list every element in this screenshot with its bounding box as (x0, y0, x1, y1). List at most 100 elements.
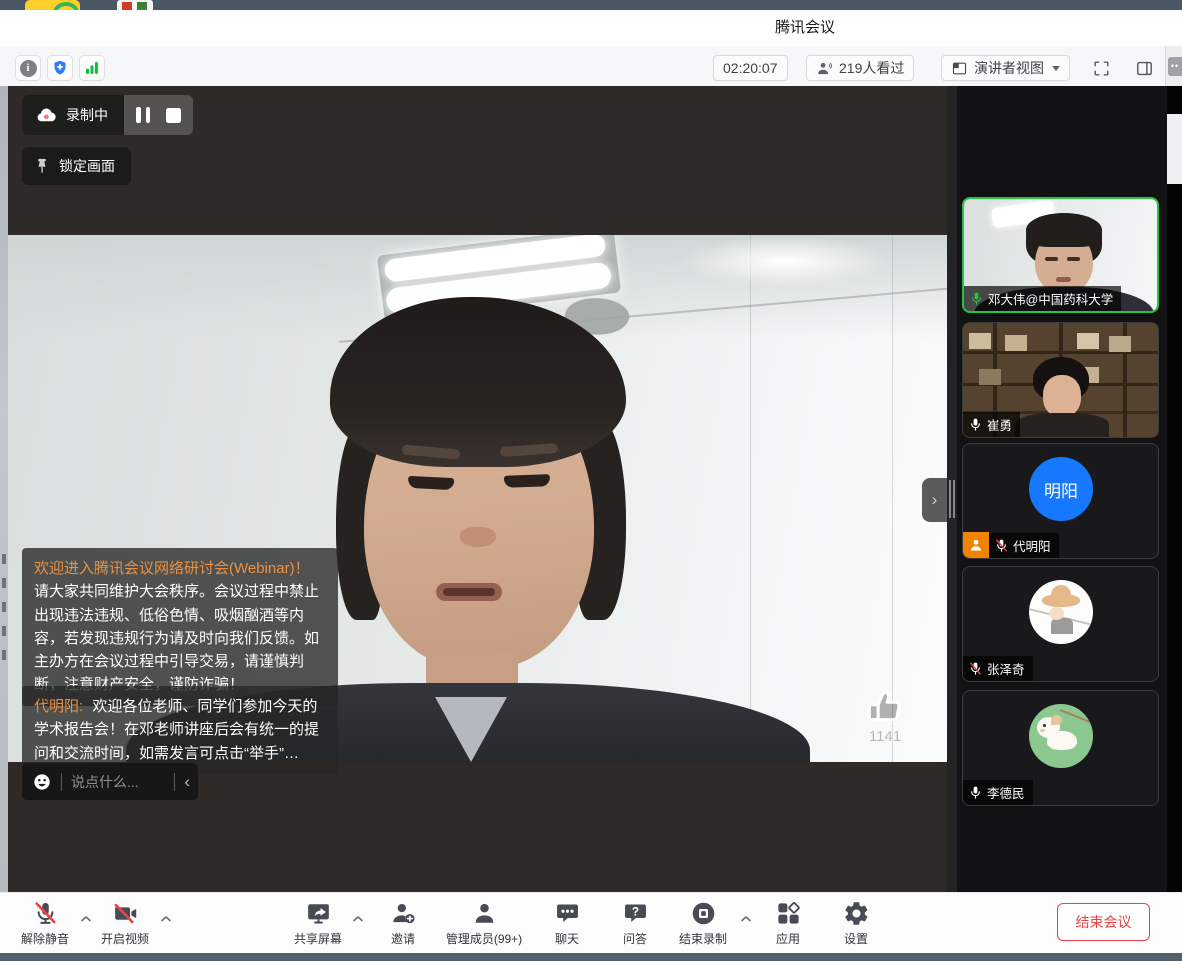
pause-recording-button[interactable] (136, 107, 150, 123)
qa-bubble-icon: ? (622, 900, 649, 927)
lock-view-button[interactable]: 锁定画面 (22, 147, 131, 185)
unmute-label: 解除静音 (21, 930, 69, 947)
network-quality-button[interactable] (79, 55, 105, 81)
mic-muted-icon (32, 900, 59, 927)
chat-message-body: 请大家共同维护大会秩序。会议过程中禁止出现违法违规、低俗色情、吸烟酗酒等内容，若… (34, 583, 319, 693)
apps-label: 应用 (776, 930, 800, 947)
invite-person-icon (390, 900, 417, 927)
viewer-count[interactable]: 219人看过 (806, 55, 914, 81)
stop-record-label: 结束录制 (679, 930, 727, 947)
layout-view-icon (951, 60, 968, 77)
emoji-icon[interactable] (32, 772, 52, 792)
collapse-chat-icon[interactable]: ‹ (184, 773, 190, 790)
light-reflection (680, 235, 890, 287)
apps-grid-icon (775, 900, 802, 927)
drag-grip-icon (949, 480, 955, 518)
panel-divider[interactable] (947, 86, 957, 892)
meeting-info-button[interactable]: i (15, 55, 41, 81)
shelf-items (969, 333, 991, 349)
gear-icon (843, 900, 870, 927)
stop-record-icon (690, 900, 717, 927)
avatar-art (1042, 594, 1080, 607)
taskbar-app-icon-fragment (25, 0, 80, 10)
taskbar-doc-icon-fragment (117, 0, 153, 10)
desktop-bottom-strip (0, 953, 1182, 961)
sidebar-collapse-handle[interactable]: › (922, 478, 947, 522)
manage-members-button[interactable]: 管理成员(99+) (449, 900, 519, 947)
chevron-right-icon: › (932, 490, 938, 510)
share-screen-button[interactable]: 共享屏幕 (283, 900, 353, 947)
participant-label: 张泽奇 (963, 656, 1033, 681)
background-more-button-fragment: •• (1168, 57, 1182, 76)
members-icon (471, 900, 498, 927)
participant-tile-zhangzeqi[interactable]: 张泽奇 (962, 566, 1159, 682)
video-options-chevron-icon[interactable] (160, 915, 172, 923)
stop-recording-button[interactable] (166, 108, 181, 123)
view-mode-label: 演讲者视图 (974, 58, 1044, 78)
avatar-art (1049, 607, 1064, 620)
mic-muted-icon (994, 538, 1009, 553)
view-mode-dropdown[interactable]: 演讲者视图 (941, 55, 1070, 81)
chat-quick-input[interactable]: 说点什么... ‹ (22, 763, 198, 800)
pin-icon (34, 157, 50, 175)
end-meeting-button[interactable]: 结束会议 (1057, 903, 1150, 941)
avatar-art (1043, 724, 1046, 727)
participant-name: 崔勇 (987, 415, 1012, 434)
meeting-security-button[interactable] (47, 55, 73, 81)
apps-button[interactable]: 应用 (753, 900, 823, 947)
invite-button[interactable]: 邀请 (368, 900, 438, 947)
avatar (1029, 704, 1093, 768)
qa-label: 问答 (623, 930, 647, 947)
participant-name: 代明阳 (1013, 536, 1051, 555)
meeting-control-bar: 解除静音 开启视频 共享屏幕 邀请 (0, 892, 1182, 953)
fullscreen-button[interactable] (1088, 55, 1114, 81)
participant-label: 邓大伟@中国药科大学 (964, 286, 1121, 311)
avatar (1029, 580, 1093, 644)
mic-on-green-icon (969, 291, 984, 306)
participant-tile-cuiyong[interactable]: 崔勇 (962, 322, 1159, 438)
unmute-button[interactable]: 解除静音 (10, 900, 80, 947)
lock-view-label: 锁定画面 (59, 156, 115, 176)
end-meeting-label: 结束会议 (1076, 912, 1132, 932)
avatar-art (1040, 729, 1045, 732)
participant-label: 崔勇 (963, 412, 1020, 437)
mic-on-icon (968, 785, 983, 800)
viewer-count-label: 219人看过 (839, 58, 904, 78)
participant-name: 李德民 (987, 783, 1025, 802)
participant-label: 李德民 (963, 780, 1033, 805)
participant-tile-dengdawei[interactable]: 邓大伟@中国药科大学 (962, 197, 1159, 313)
qa-button[interactable]: ? 问答 (600, 900, 670, 947)
avatar-art (1051, 618, 1073, 634)
thumbs-up-icon[interactable] (862, 686, 908, 726)
reaction-area: 1141 (830, 686, 940, 745)
participant-tile-lidemin[interactable]: 李德民 (962, 690, 1159, 806)
chat-input-placeholder: 说点什么... (71, 772, 165, 792)
stop-record-button[interactable]: 结束录制 (668, 900, 738, 947)
info-icon: i (20, 60, 37, 77)
start-video-label: 开启视频 (101, 930, 149, 947)
mic-on-icon (968, 417, 983, 432)
window-title-bar[interactable]: 腾讯会议 (0, 10, 1182, 46)
share-screen-icon (305, 900, 332, 927)
start-video-button[interactable]: 开启视频 (90, 900, 160, 947)
cloud-recording-icon (35, 106, 57, 124)
chat-button[interactable]: 聊天 (532, 900, 602, 947)
participants-sidebar: 邓大伟@中国药科大学 崔勇 (957, 86, 1167, 892)
meeting-stage: 录制中 锁定画面 欢迎进入腾讯会议网络研讨会(Webinar)！ 请大家共同维护… (0, 86, 1182, 892)
like-count: 1141 (830, 728, 940, 745)
side-panel-toggle-button[interactable] (1131, 55, 1157, 81)
settings-button[interactable]: 设置 (821, 900, 891, 947)
meeting-duration: 02:20:07 (713, 55, 788, 81)
recording-status: 录制中 (22, 95, 124, 135)
chat-bubble-icon (554, 900, 581, 927)
mic-muted-icon (968, 661, 983, 676)
share-options-chevron-icon[interactable] (352, 915, 364, 923)
avatar-art (1060, 709, 1090, 722)
window-title: 腾讯会议 (775, 10, 835, 46)
background-window-sliver (0, 86, 8, 892)
participant-tile-daimingyang[interactable]: 明阳 代明阳 (962, 443, 1159, 559)
divider (61, 773, 62, 791)
record-options-chevron-icon[interactable] (740, 915, 752, 923)
camera-off-icon (112, 900, 139, 927)
chevron-down-icon (1052, 66, 1060, 71)
